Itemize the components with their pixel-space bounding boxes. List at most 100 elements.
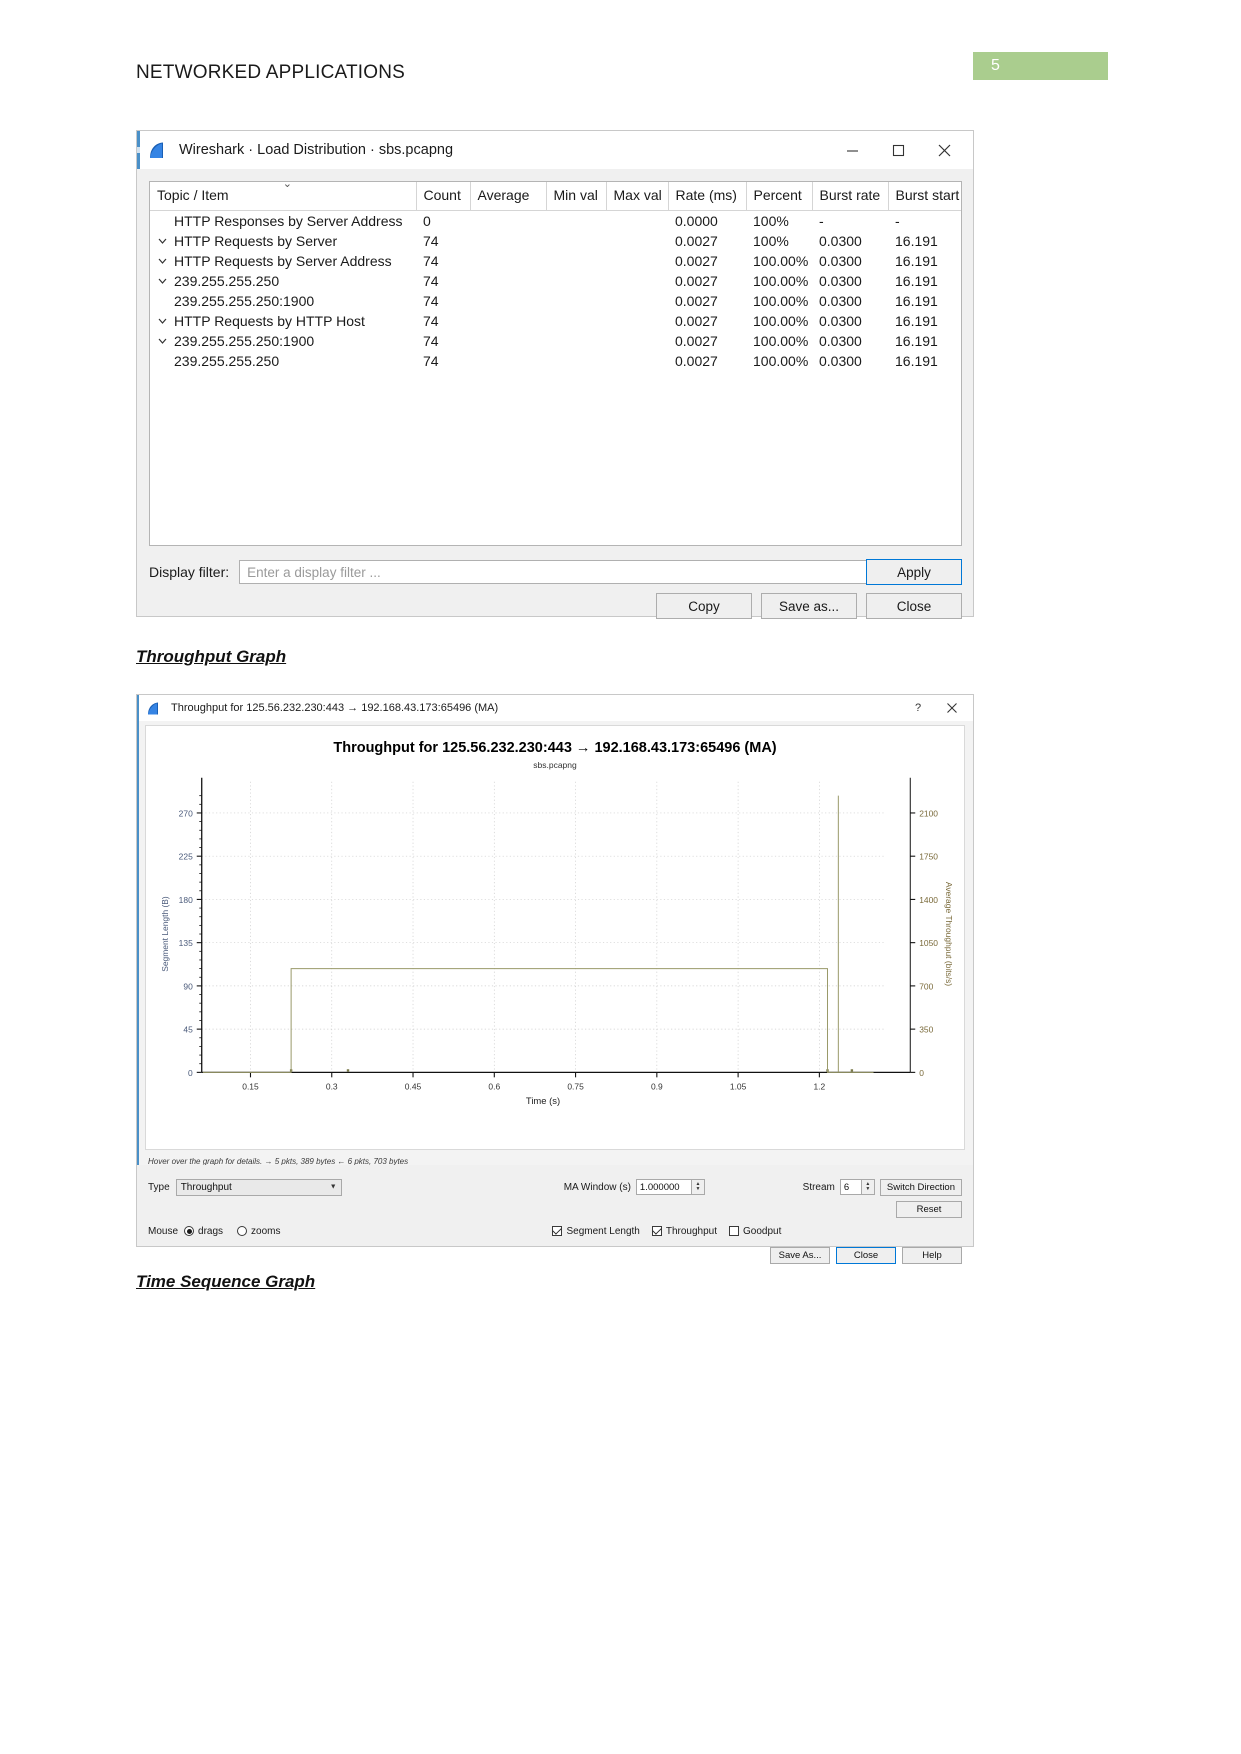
col-header-burst-rate[interactable]: Burst rate: [812, 182, 889, 211]
cell-percent: 100.00%: [753, 273, 809, 289]
graph-help-button[interactable]: Help: [902, 1246, 962, 1264]
col-header-percent[interactable]: Percent: [746, 182, 813, 211]
save-as-button[interactable]: Save as...: [761, 593, 857, 619]
help-icon[interactable]: ?: [901, 697, 935, 719]
graph-save-as-button[interactable]: Save As...: [770, 1246, 830, 1264]
col-header-topic-item[interactable]: ⌄ Topic / Item: [150, 181, 417, 211]
ma-window-stepper[interactable]: ▲ ▼: [691, 1179, 705, 1195]
cell-max-val: [606, 231, 668, 251]
table-row[interactable]: 239.255.255.250 74 0.0027 100.00% 0.0300 16.1…: [150, 351, 961, 371]
cell-max-val: [606, 291, 668, 311]
stream-stepper[interactable]: ▲ ▼: [861, 1179, 875, 1195]
cell-burst-start: 16.191: [895, 293, 938, 309]
mouse-drags-radio[interactable]: drags: [184, 1226, 223, 1237]
throughput-graph-titlebar: Throughput for 125.56.232.230:443 → 192.…: [137, 695, 973, 721]
table-row[interactable]: HTTP Requests by Server 74 0.0027 100% 0.030…: [150, 231, 961, 251]
ma-window-input[interactable]: 1.000000: [635, 1179, 692, 1195]
segment-length-point: [850, 1069, 854, 1072]
cell-burst-rate: -: [819, 213, 824, 229]
cell-min-val: [546, 211, 606, 232]
type-select-value: Throughput: [180, 1181, 232, 1193]
segment-length-point: [346, 1069, 350, 1072]
cell-average: [470, 351, 546, 371]
cell-min-val: [546, 351, 606, 371]
page-number-badge: 5: [973, 52, 1108, 80]
type-label: Type: [148, 1181, 170, 1193]
cell-count: 74: [423, 313, 439, 329]
stream-input[interactable]: 6: [839, 1179, 862, 1195]
table-row[interactable]: 239.255.255.250:1900 74 0.0027 100.00% 0.030…: [150, 331, 961, 351]
goodput-label: Goodput: [743, 1225, 782, 1237]
table-row[interactable]: HTTP Requests by HTTP Host 74 0.0027 100.00…: [150, 311, 961, 331]
load-distribution-table-container[interactable]: ⌄ Topic / Item Count Average Min val Max…: [149, 181, 962, 546]
table-row[interactable]: 239.255.255.250:1900 74 0.0027 100.00% 0.030…: [150, 291, 961, 311]
table-row[interactable]: HTTP Requests by Server Address 74 0.0027 1…: [150, 251, 961, 271]
throughput-label: Throughput: [665, 1225, 718, 1237]
cell-count: 74: [423, 253, 439, 269]
cell-average: [470, 211, 546, 232]
chevron-down-icon[interactable]: [157, 335, 170, 348]
maximize-icon[interactable]: [875, 135, 921, 165]
display-filter-input[interactable]: Enter a display filter ...: [239, 560, 962, 584]
switch-direction-button[interactable]: Switch Direction: [879, 1178, 962, 1196]
cell-burst-rate: 0.0300: [819, 273, 862, 289]
checkbox-checked-icon-2: [651, 1226, 662, 1236]
cell-rate-ms: 0.0027: [675, 253, 718, 269]
cell-topic-item: 239.255.255.250:1900: [150, 331, 416, 351]
chart-canvas-container[interactable]: Throughput for 125.56.232.230:443 → 192.…: [145, 725, 965, 1150]
load-distribution-titlebar: Wireshark · Load Distribution · sbs.pcap…: [137, 131, 973, 169]
col-header-rate-ms[interactable]: Rate (ms): [668, 182, 747, 211]
reset-button[interactable]: Reset: [896, 1200, 962, 1218]
table-row[interactable]: HTTP Responses by Server Address 0 0.0000 1…: [150, 211, 961, 232]
close-icon-2[interactable]: [935, 697, 969, 719]
chevron-down-icon[interactable]: [157, 235, 170, 248]
chevron-down-icon[interactable]: [157, 315, 170, 328]
table-row[interactable]: 239.255.255.250 74 0.0027 100.00% 0.0300 16.1…: [150, 271, 961, 291]
graph-close-button[interactable]: Close: [836, 1246, 896, 1264]
toggle-throughput[interactable]: Throughput: [651, 1225, 718, 1237]
toggle-goodput[interactable]: Goodput: [729, 1226, 781, 1237]
cell-count: 74: [423, 273, 439, 289]
close-icon[interactable]: [921, 135, 967, 165]
cell-count: 74: [423, 293, 439, 309]
cell-rate-ms: 0.0027: [675, 333, 718, 349]
load-distribution-window: Wireshark · Load Distribution · sbs.pcap…: [136, 130, 974, 619]
y2-tick-label: 700: [919, 981, 933, 991]
col-header-max-val[interactable]: Max val: [606, 182, 669, 211]
toggle-segment-length[interactable]: Segment Length: [552, 1226, 640, 1237]
mouse-zooms-radio[interactable]: zooms: [237, 1226, 280, 1237]
type-select[interactable]: Throughput ▼: [175, 1178, 342, 1196]
chevron-down-icon[interactable]: [157, 255, 170, 268]
throughput-plot: 0 45 90 135 180 225 270 0 350 700 1050 1400 1750 2100…: [160, 777, 954, 1107]
cell-burst-start: 16.191: [895, 333, 938, 349]
col-header-count[interactable]: Count: [416, 182, 471, 211]
row-label: 239.255.255.250:1900: [174, 333, 315, 349]
y-axis-label: Segment Length (B): [160, 896, 170, 972]
y-tick-label: 270: [179, 808, 193, 818]
row-label: 239.255.255.250: [174, 273, 280, 289]
cell-max-val: [606, 331, 668, 351]
col-header-min-val[interactable]: Min val: [546, 182, 607, 211]
ma-window-label: MA Window (s): [563, 1181, 631, 1193]
mouse-drags-label: drags: [198, 1225, 224, 1237]
sort-indicator-icon: ⌄: [282, 181, 292, 190]
y-tick-label: 0: [188, 1068, 193, 1078]
throughput-graph-window: Throughput for 125.56.232.230:443 → 192.…: [136, 694, 974, 1264]
chevron-down-icon[interactable]: [157, 275, 170, 288]
col-header-burst-start[interactable]: Burst start: [888, 182, 961, 211]
radio-off-icon: [237, 1226, 248, 1236]
apply-button[interactable]: Apply: [866, 559, 962, 585]
copy-button[interactable]: Copy: [656, 593, 752, 619]
cell-min-val: [546, 251, 606, 271]
x-tick-label: 0.3: [326, 1081, 338, 1091]
close-button[interactable]: Close: [866, 593, 962, 619]
y2-tick-label: 0: [919, 1068, 924, 1078]
cell-max-val: [606, 211, 668, 232]
throughput-line: [202, 795, 874, 1073]
cell-max-val: [606, 351, 668, 371]
minimize-icon[interactable]: [829, 135, 875, 165]
cell-burst-start: 16.191: [895, 273, 938, 289]
col-header-average[interactable]: Average: [470, 182, 547, 211]
x-tick-label: 0.6: [488, 1081, 500, 1091]
